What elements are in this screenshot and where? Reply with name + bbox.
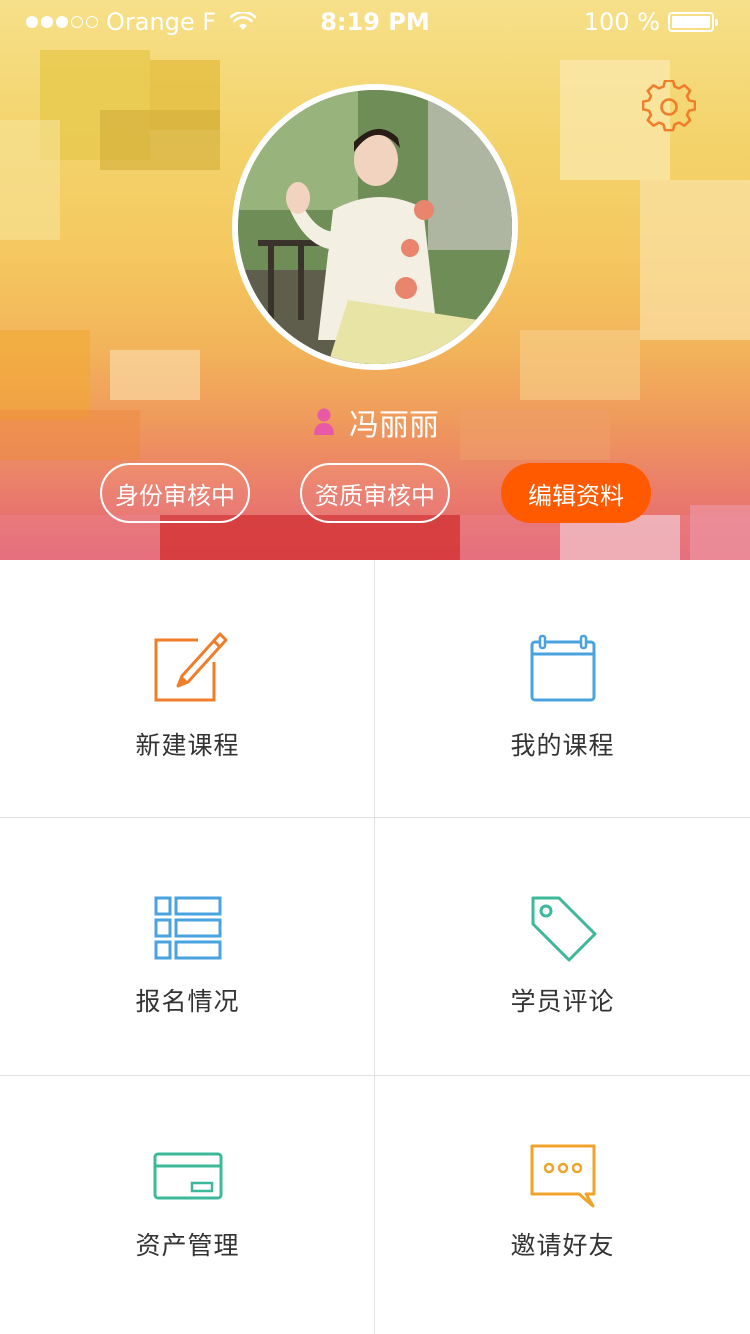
menu-item-my-courses[interactable]: 我的课程 xyxy=(375,560,750,817)
edit-icon xyxy=(154,632,227,702)
menu-item-label: 邀请好友 xyxy=(510,1231,615,1260)
user-name: 冯丽丽 xyxy=(349,408,439,443)
gear-icon[interactable] xyxy=(642,80,696,134)
menu-grid: 新建课程 我的课程 报名情况 学员评论 资产管理 邀请好友 xyxy=(0,560,750,1334)
avatar[interactable] xyxy=(232,84,518,370)
battery-percent: 100 % xyxy=(583,8,660,36)
qualification-review-badge: 资质审核中 xyxy=(300,463,450,523)
menu-item-assets[interactable]: 资产管理 xyxy=(0,1076,375,1334)
edit-profile-button[interactable]: 编辑资料 xyxy=(501,463,651,523)
calendar-icon xyxy=(530,634,595,702)
person-icon xyxy=(314,408,334,435)
menu-item-invite-friends[interactable]: 邀请好友 xyxy=(375,1076,750,1334)
menu-item-label: 资产管理 xyxy=(135,1231,240,1260)
menu-item-label: 报名情况 xyxy=(135,987,240,1016)
tag-icon xyxy=(531,896,596,962)
menu-item-label: 学员评论 xyxy=(510,987,615,1016)
menu-item-enrollment[interactable]: 报名情况 xyxy=(0,818,375,1075)
card-icon xyxy=(153,1152,222,1200)
menu-item-label: 新建课程 xyxy=(135,731,240,760)
user-name-row: 冯丽丽 xyxy=(0,400,750,444)
profile-header: Orange F 8:19 PM 100 % 冯丽丽 身份审核中 资质审核中 编… xyxy=(0,0,750,560)
list-icon xyxy=(154,896,221,960)
chat-icon xyxy=(530,1144,595,1208)
status-bar: Orange F 8:19 PM 100 % xyxy=(0,0,750,44)
menu-item-student-reviews[interactable]: 学员评论 xyxy=(375,818,750,1075)
battery-icon xyxy=(668,12,718,32)
avatar-photo xyxy=(238,90,512,364)
identity-review-badge: 身份审核中 xyxy=(100,463,250,523)
status-badges: 身份审核中 资质审核中 编辑资料 xyxy=(0,463,750,523)
menu-item-label: 我的课程 xyxy=(510,731,615,760)
menu-item-new-course[interactable]: 新建课程 xyxy=(0,560,375,817)
